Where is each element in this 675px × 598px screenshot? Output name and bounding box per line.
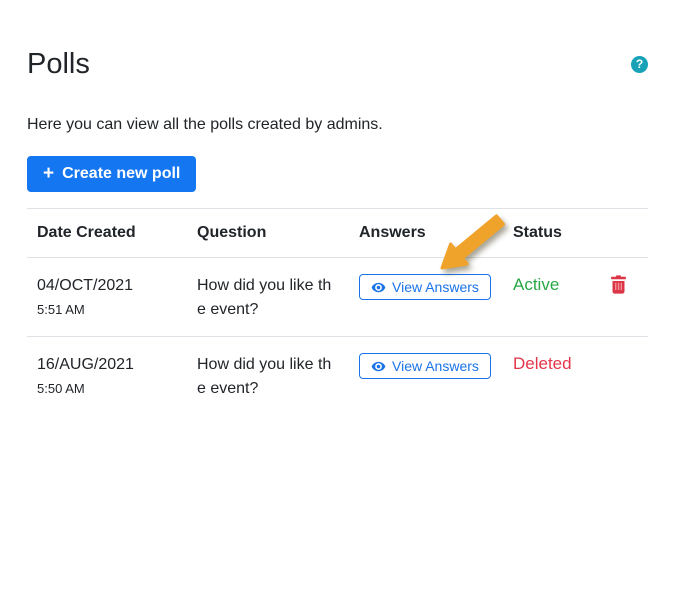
eye-icon [371,359,386,374]
status-cell: Deleted [513,337,648,415]
table-header-row: Date Created Question Answers Status [27,209,648,259]
table-row: 16/AUG/2021 5:50 AM How did you like th … [27,337,648,415]
question-line: e event? [197,301,259,319]
poll-time: 5:51 AM [37,302,85,318]
poll-date: 04/OCT/2021 [37,277,134,295]
trash-icon [610,275,627,294]
view-answers-button[interactable]: View Answers [359,274,491,301]
create-new-poll-label: Create new poll [62,165,181,183]
view-answers-label: View Answers [392,279,479,296]
view-answers-button[interactable]: View Answers [359,353,491,380]
table-row: 04/OCT/2021 5:51 AM How did you like th … [27,258,648,338]
eye-icon [371,280,386,295]
answers-cell: View Answers [359,337,513,415]
poll-time: 5:50 AM [37,381,85,397]
status-cell: Active [513,258,648,336]
page-subtitle: Here you can view all the polls created … [27,116,383,134]
view-answers-label: View Answers [392,358,479,375]
poll-date: 16/AUG/2021 [37,356,134,374]
col-header-question: Question [197,224,267,242]
col-header-answers: Answers [359,224,426,242]
date-created-cell: 04/OCT/2021 5:51 AM [27,258,197,336]
date-created-cell: 16/AUG/2021 5:50 AM [27,337,197,415]
question-cell: How did you like th e event? [197,258,359,336]
status-badge: Active [513,275,560,295]
delete-poll-button[interactable] [610,275,627,297]
polls-page: Polls ? Here you can view all the polls … [0,0,675,415]
question-line: How did you like th [197,356,332,374]
help-icon[interactable]: ? [631,56,648,74]
answers-cell: View Answers [359,258,513,336]
create-new-poll-button[interactable]: + Create new poll [27,156,197,193]
col-header-status: Status [513,224,562,242]
page-header: Polls ? [27,48,648,81]
question-line: e event? [197,380,259,398]
plus-icon: + [43,162,55,184]
page-title: Polls [27,48,90,80]
question-cell: How did you like th e event? [197,337,359,415]
status-badge: Deleted [513,354,572,374]
question-line: How did you like th [197,277,332,295]
polls-table: Date Created Question Answers Status 04/… [27,208,648,415]
col-header-date-created: Date Created [37,224,136,242]
